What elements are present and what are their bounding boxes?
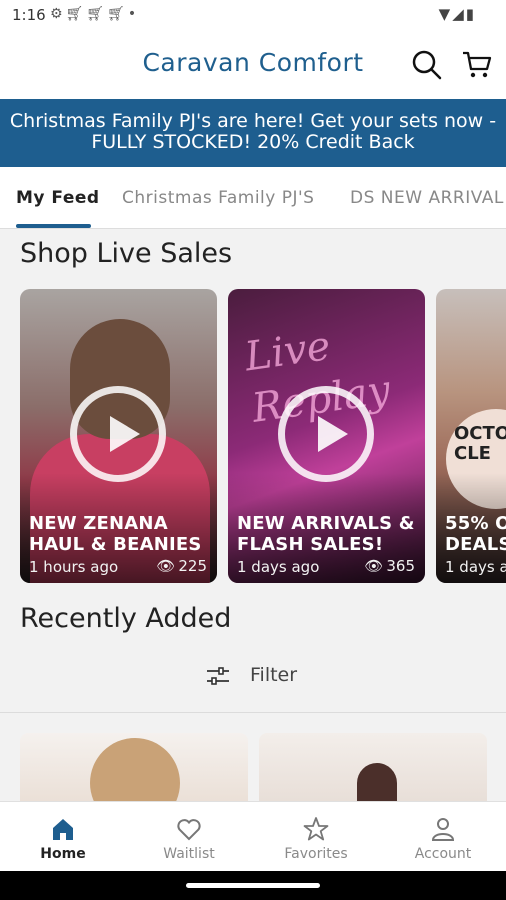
promo-banner-line2: FULLY STOCKED! 20% Credit Back [91,131,415,153]
nav-waitlist[interactable]: Waitlist [126,802,252,872]
live-sale-views: 👁︎ 225 [156,557,207,575]
promo-banner[interactable]: Christmas Family PJ's are here! Get your… [0,99,506,167]
nav-home-label: Home [40,846,86,862]
tab-my-feed[interactable]: My Feed [16,188,100,208]
nav-account[interactable]: Account [380,802,506,872]
live-sale-title: NEW ZENANA HAUL & BEANIES [29,513,202,555]
status-time: 1:16 [12,6,46,24]
system-icons: ▼◢▮ [439,5,476,23]
live-sale-title: NEW ARRIVALS & FLASH SALES! [237,513,415,555]
app-header: Caravan Comfort [0,32,506,99]
promo-banner-line1: Christmas Family PJ's are here! Get your… [9,110,497,132]
home-gesture-handle[interactable] [186,883,320,888]
live-sale-card[interactable]: Live Replay NEW ARRIVALS & FLASH SALES! … [228,289,425,583]
recently-added-heading: Recently Added [20,603,232,634]
live-sale-time: 1 days a [445,558,506,576]
filter-label: Filter [250,664,298,686]
settings-icon: ⚙ [50,6,66,22]
eye-icon: 👁︎ [156,557,176,575]
category-tabs: My Feed Christmas Family PJ'S DS NEW ARR… [0,167,506,229]
notification-icons: ⚙🛒︎🛒︎🛒︎• [50,6,139,22]
signal-icon: ◢ [452,5,466,23]
home-icon [53,819,73,840]
search-button[interactable] [410,48,444,82]
eye-icon: 👁︎ [364,557,384,575]
battery-icon: ▮ [465,5,476,23]
person-icon [431,818,455,841]
heart-icon [177,819,201,841]
active-tab-indicator [16,224,91,228]
live-sale-time: 1 hours ago [29,558,119,576]
status-bar: 1:16 ⚙🛒︎🛒︎🛒︎• ▼◢▮ [0,0,506,32]
cart-notification-icon: 🛒︎ [65,6,87,22]
live-sale-card[interactable]: OCTO CLE 55% O MONDE DEALS 1 days a [436,289,506,583]
nav-waitlist-label: Waitlist [163,846,215,862]
live-sales-heading: Shop Live Sales [20,238,233,269]
filter-sliders-icon [207,667,229,685]
play-button[interactable] [70,386,166,482]
filter-button[interactable]: Filter [0,660,506,692]
nav-account-label: Account [414,846,472,862]
cart-notification-icon: 🛒︎ [86,6,108,22]
search-icon [412,50,442,80]
live-sale-time: 1 days ago [237,558,320,576]
tab-christmas-family-pjs[interactable]: Christmas Family PJ'S [122,188,314,208]
live-sale-views: 👁︎ 365 [364,557,415,575]
play-icon [318,416,348,452]
dot-icon: • [127,6,140,22]
play-button[interactable] [278,386,374,482]
wifi-icon: ▼ [438,5,453,23]
play-icon [110,416,140,452]
nav-home[interactable]: Home [0,802,126,872]
bottom-navigation: Home Waitlist Favorites Account [0,801,506,871]
cart-icon [463,51,492,78]
star-icon [303,817,329,841]
live-sale-title: 55% O MONDE DEALS [445,513,506,555]
tab-ds-new-arrivals[interactable]: DS NEW ARRIVAL [350,188,504,208]
cart-notification-icon: 🛒︎ [107,6,128,22]
divider [0,712,506,713]
nav-favorites-label: Favorites [284,846,348,862]
nav-favorites[interactable]: Favorites [253,802,379,872]
sale-sign-text: OCTO CLE [454,423,506,464]
system-gesture-bar [0,871,506,900]
cart-button[interactable] [460,48,494,82]
live-sale-card[interactable]: NEW ZENANA HAUL & BEANIES 1 hours ago 👁︎… [20,289,217,583]
